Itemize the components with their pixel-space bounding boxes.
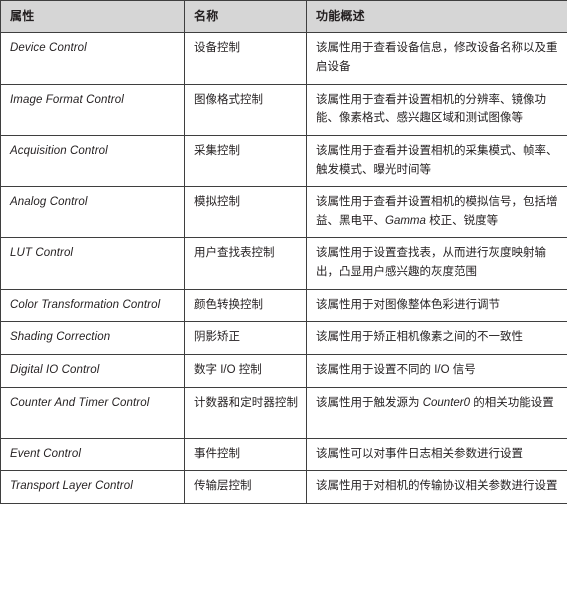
cell-description: 该属性用于设置查找表，从而进行灰度映射输出，凸显用户感兴趣的灰度范围 (306, 237, 567, 290)
table-header-row: 属性 名称 功能概述 (0, 0, 567, 34)
table-row: Acquisition Control 采集控制 该属性用于查看并设置相机的采集模式… (0, 134, 567, 188)
column-header-description: 功能概述 (306, 0, 567, 34)
cell-description: 该属性用于触发源为 Counter0 的相关功能设置 (306, 386, 567, 439)
cell-name: 颜色转换控制 (184, 288, 307, 323)
cell-description: 该属性用于查看并设置相机的分辨率、镜像功能、像素格式、感兴趣区域和测试图像等 (306, 83, 567, 136)
cell-attribute: LUT Control (0, 237, 185, 290)
inline-term: Gamma (385, 214, 426, 227)
table-row: Shading Correction 阴影矫正 该属性用于矫正相机像素之间的不一致性 (0, 321, 567, 355)
cell-name: 阴影矫正 (184, 321, 307, 355)
cell-name: 事件控制 (184, 437, 307, 472)
table-row: Event Control 事件控制 该属性可以对事件日志相关参数进行设置 (0, 437, 567, 472)
column-header-attribute: 属性 (0, 0, 185, 34)
cell-description: 该属性用于查看并设置相机的采集模式、帧率、触发模式、曝光时间等 (306, 134, 567, 188)
table-row: Image Format Control 图像格式控制 该属性用于查看并设置相机的分… (0, 83, 567, 136)
cell-attribute: Acquisition Control (0, 134, 185, 188)
table-row: Color Transformation Control 颜色转换控制 该属性用于对… (0, 288, 567, 323)
table-header: 属性 名称 功能概述 (0, 0, 567, 34)
cell-attribute: Counter And Timer Control (0, 386, 185, 439)
cell-attribute: Color Transformation Control (0, 288, 185, 323)
table-row: Counter And Timer Control 计数器和定时器控制 该属性用于触… (0, 386, 567, 439)
cell-name: 数字 I/O 控制 (184, 353, 307, 388)
cell-description: 该属性用于查看设备信息，修改设备名称以及重启设备 (306, 32, 567, 85)
cell-description: 该属性用于查看并设置相机的模拟信号，包括增益、黑电平、Gamma 校正、锐度等 (306, 186, 567, 239)
cell-attribute: Event Control (0, 437, 185, 472)
cell-attribute: Device Control (0, 32, 185, 85)
cell-description: 该属性用于对图像整体色彩进行调节 (306, 288, 567, 323)
table-row: Digital IO Control 数字 I/O 控制 该属性用于设置不同的 I/… (0, 353, 567, 388)
cell-description: 该属性可以对事件日志相关参数进行设置 (306, 437, 567, 472)
cell-description: 该属性用于对相机的传输协议相关参数进行设置 (306, 470, 567, 505)
table-row: LUT Control 用户查找表控制 该属性用于设置查找表，从而进行灰度映射输出，… (0, 237, 567, 290)
cell-name: 图像格式控制 (184, 83, 307, 136)
table-row: Device Control 设备控制 该属性用于查看设备信息，修改设备名称以及重启… (0, 32, 567, 85)
cell-attribute: Transport Layer Control (0, 470, 185, 505)
table-row: Transport Layer Control 传输层控制 该属性用于对相机的传输协… (0, 470, 567, 505)
table-body: Device Control 设备控制 该属性用于查看设备信息，修改设备名称以及重启… (0, 32, 567, 505)
table-row: Analog Control 模拟控制 该属性用于查看并设置相机的模拟信号，包括增益… (0, 186, 567, 239)
cell-name: 设备控制 (184, 32, 307, 85)
cell-attribute: Digital IO Control (0, 353, 185, 388)
cell-description: 该属性用于设置不同的 I/O 信号 (306, 353, 567, 388)
cell-attribute: Shading Correction (0, 321, 185, 355)
cell-name: 模拟控制 (184, 186, 307, 239)
cell-attribute: Image Format Control (0, 83, 185, 136)
cell-name: 采集控制 (184, 134, 307, 188)
cell-name: 计数器和定时器控制 (184, 386, 307, 439)
cell-description: 该属性用于矫正相机像素之间的不一致性 (306, 321, 567, 355)
cell-attribute: Analog Control (0, 186, 185, 239)
inline-term: Counter0 (422, 396, 471, 409)
attribute-table: 属性 名称 功能概述 Device Control 设备控制 该属性用于查看设备信息… (0, 0, 567, 505)
cell-name: 传输层控制 (184, 470, 307, 505)
cell-name: 用户查找表控制 (184, 237, 307, 290)
column-header-name: 名称 (184, 0, 307, 34)
